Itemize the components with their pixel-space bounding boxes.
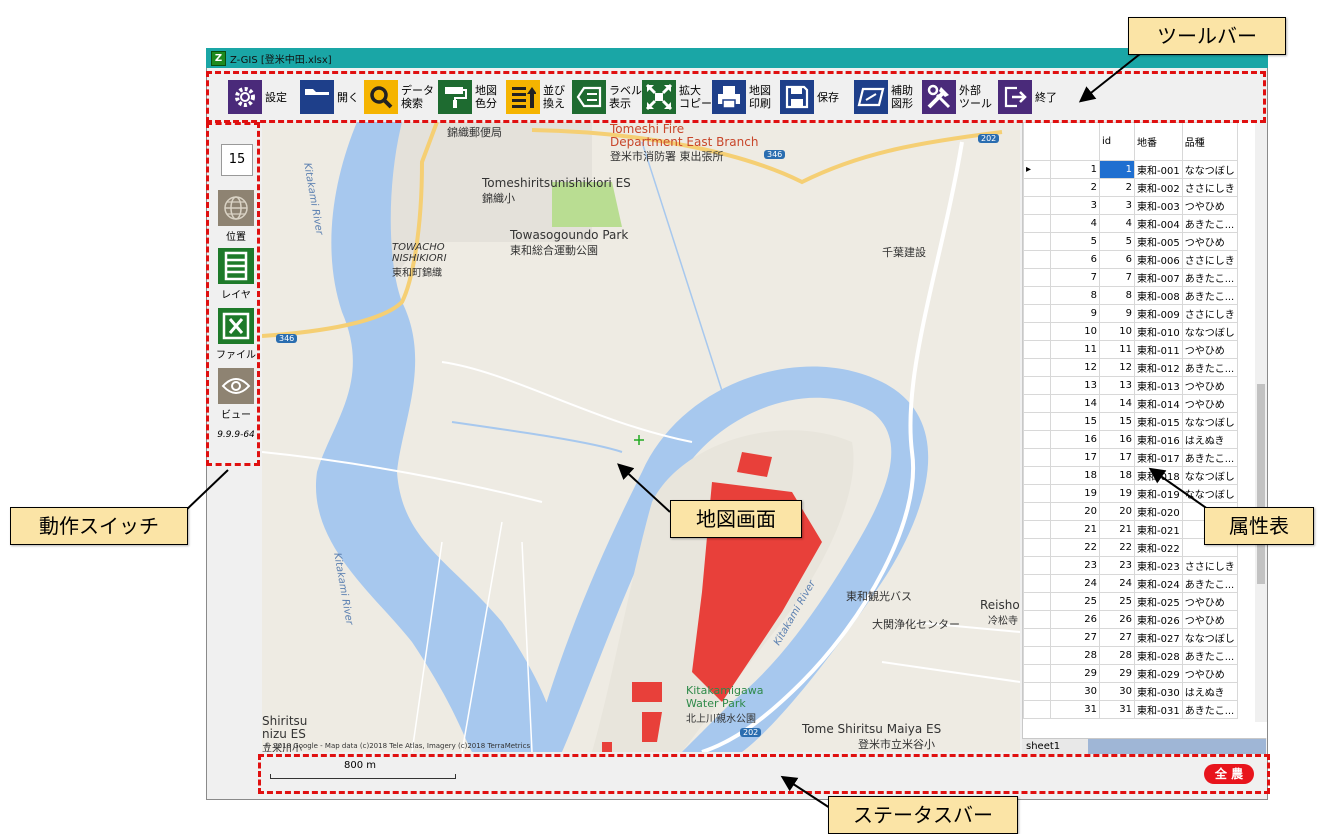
statusbar-callout: ステータスバー bbox=[828, 796, 1018, 834]
callout-arrows bbox=[183, 53, 1213, 809]
switch-callout: 動作スイッチ bbox=[10, 507, 188, 545]
table-callout: 属性表 bbox=[1204, 507, 1314, 545]
map-callout: 地図画面 bbox=[670, 500, 802, 538]
toolbar-callout: ツールバー bbox=[1128, 17, 1286, 55]
